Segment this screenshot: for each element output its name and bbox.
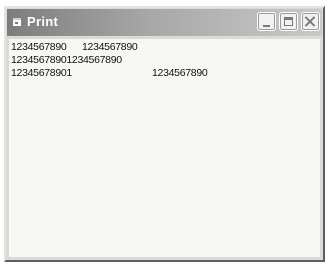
print-output-row3-col1: 12345678901	[11, 67, 72, 79]
form-client-area[interactable]: 1234567890 1234567890 123456789012345678…	[9, 39, 320, 257]
minimize-icon	[263, 25, 270, 27]
window-title: Print	[27, 14, 59, 29]
maximize-button[interactable]	[279, 12, 298, 31]
print-output-row1-col2: 1234567890	[82, 41, 138, 53]
print-output-row2-col1: 12345678901234567890	[11, 54, 122, 66]
print-output-row1-col1: 1234567890	[11, 41, 67, 53]
maximize-icon	[284, 17, 293, 26]
minimize-button[interactable]	[257, 12, 276, 31]
close-icon	[305, 16, 316, 27]
print-window: Print 1234567890 1234567890 123456789012…	[4, 6, 325, 262]
print-output-row3-col2: 1234567890	[152, 67, 208, 79]
title-bar[interactable]: Print	[7, 9, 322, 36]
close-button[interactable]	[301, 12, 320, 31]
form-icon[interactable]	[13, 18, 21, 26]
